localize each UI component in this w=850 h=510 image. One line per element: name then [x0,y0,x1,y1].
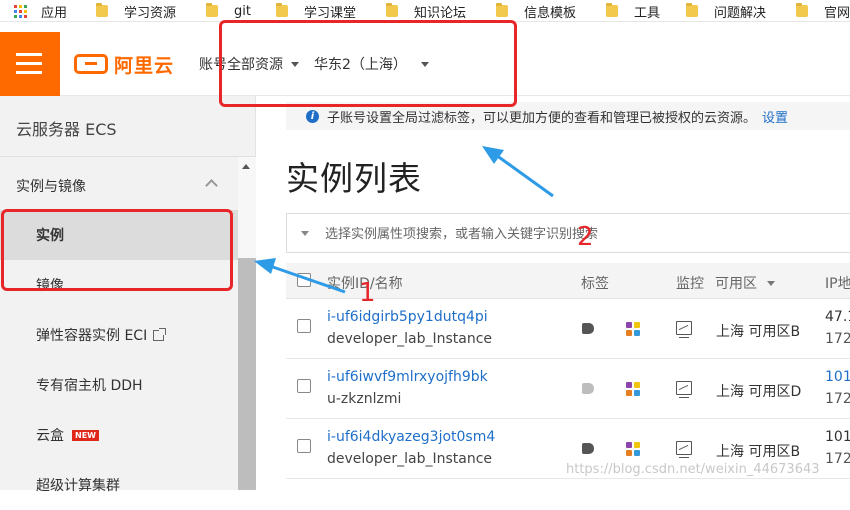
annotation-arrows [254,146,554,294]
annotation-arrow-2-head [482,146,504,164]
annotation-arrow-1-head [254,258,276,274]
annotation-label-1: 1 [359,278,376,308]
annotation-label-2: 2 [577,222,594,252]
annotation-arrow-2-shaft [495,153,554,198]
annotation-arrow-1-shaft [269,264,346,294]
